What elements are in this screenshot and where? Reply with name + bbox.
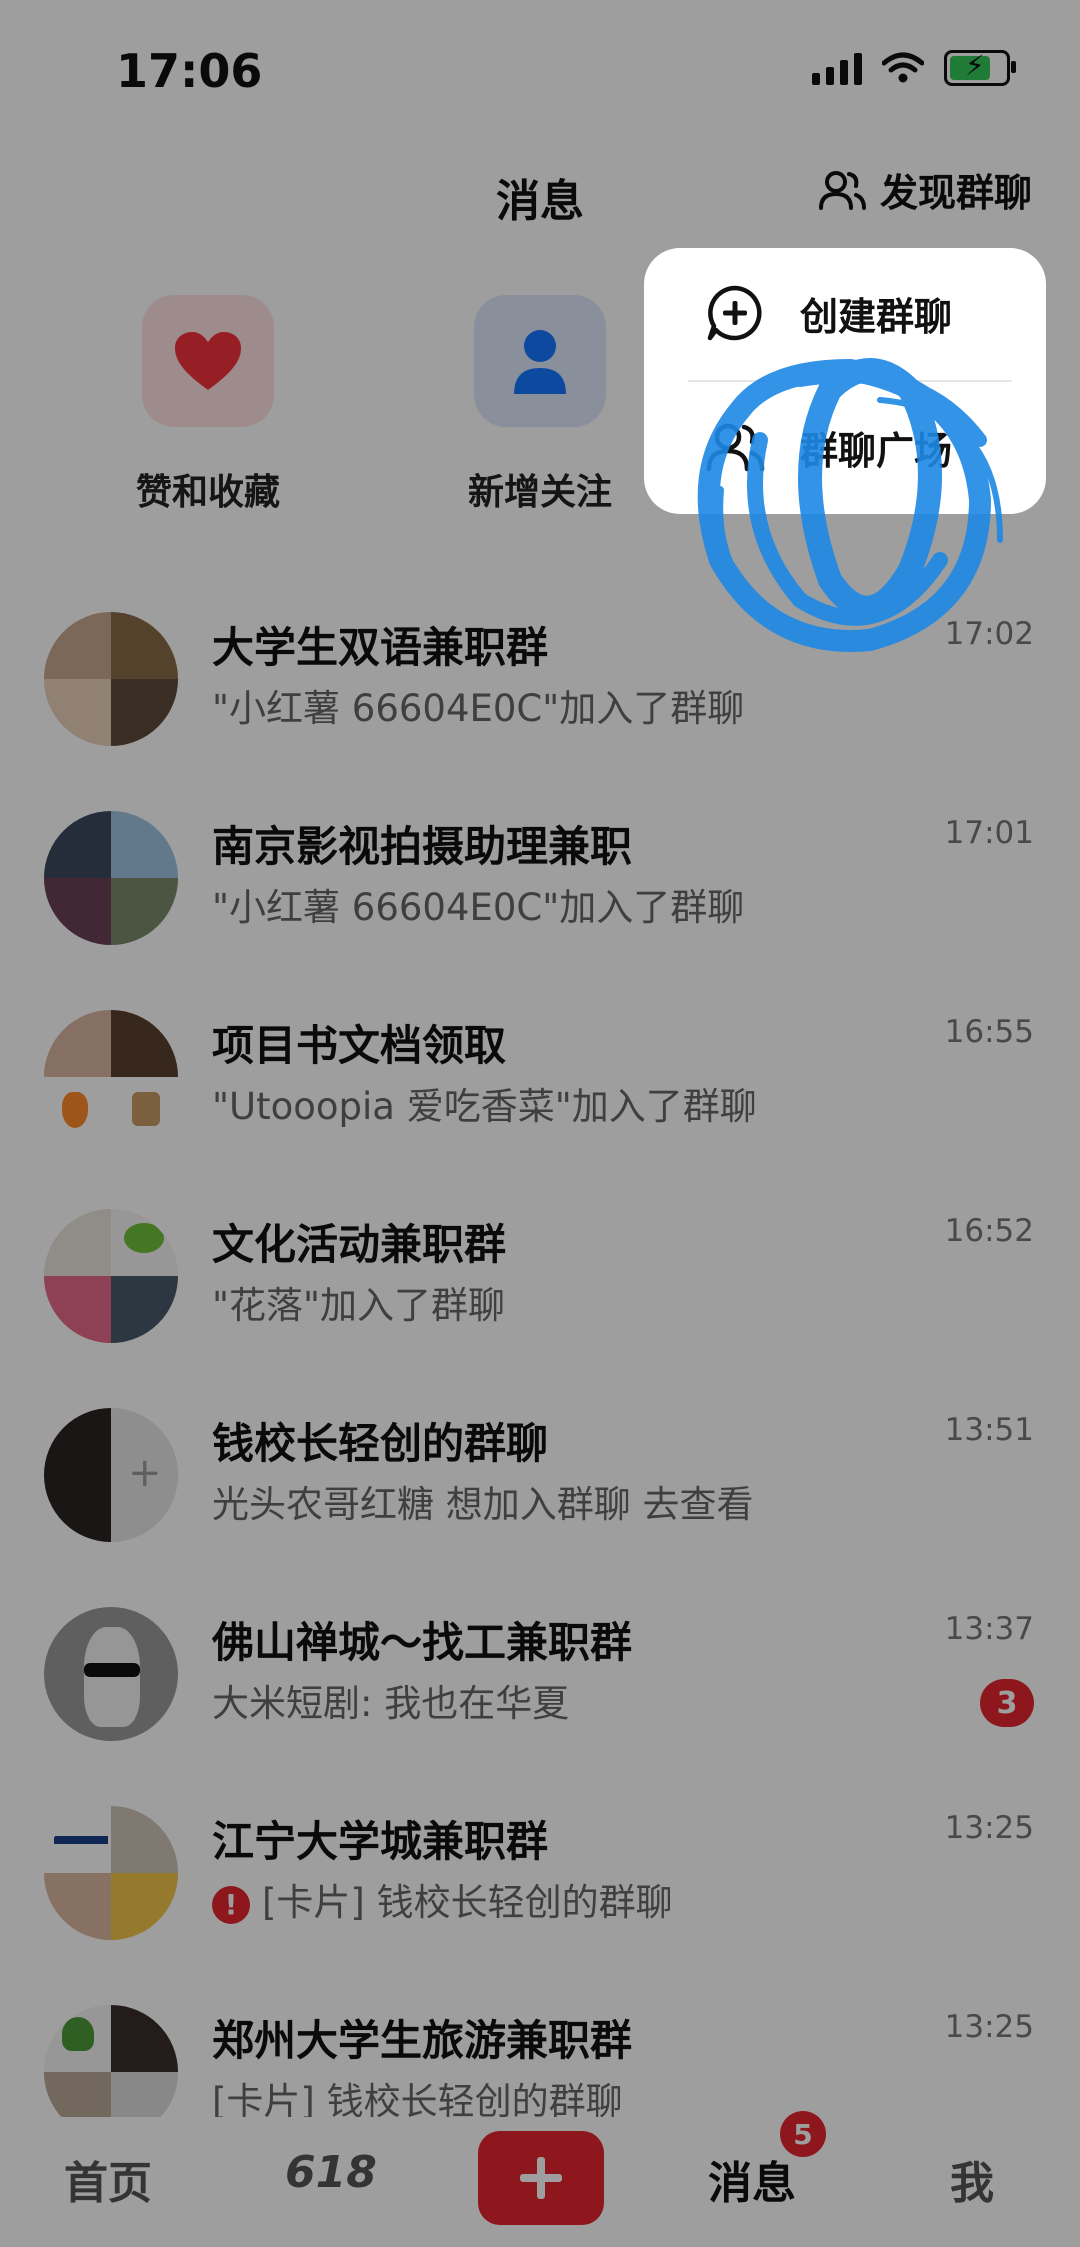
create-group-chat-label: 创建群聊: [800, 294, 953, 339]
create-group-chat-item[interactable]: 创建群聊: [644, 248, 1046, 378]
popup-menu: 创建群聊 群聊广场: [644, 248, 1046, 514]
group-chat-plaza-label: 群聊广场: [800, 428, 953, 473]
group-chat-plaza-item[interactable]: 群聊广场: [644, 382, 1046, 512]
chat-plus-icon: [707, 285, 762, 341]
group-icon: [706, 423, 765, 472]
